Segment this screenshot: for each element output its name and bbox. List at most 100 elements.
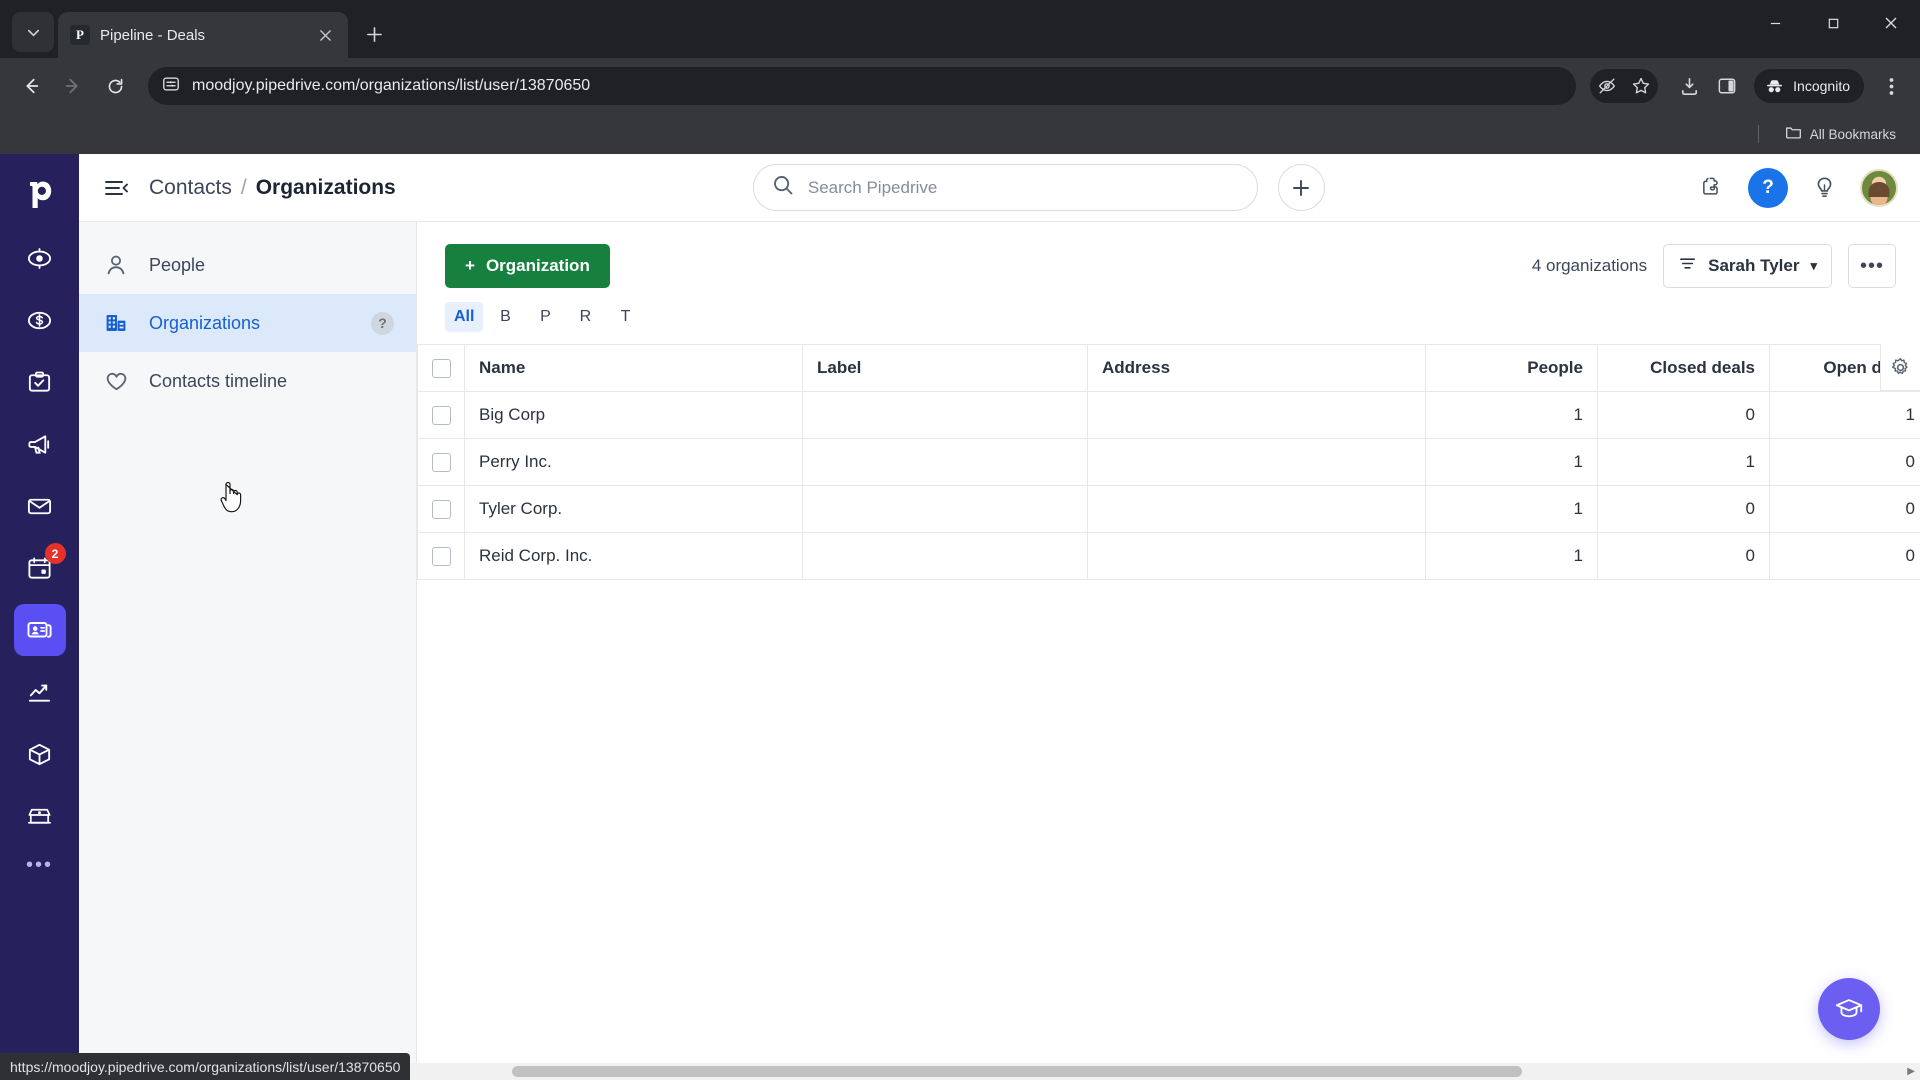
gear-icon[interactable] (1880, 344, 1920, 391)
rail-item-mail[interactable] (14, 480, 66, 532)
search-box[interactable] (752, 164, 1258, 211)
breadcrumb-parent[interactable]: Contacts (149, 176, 232, 200)
table-row[interactable]: Tyler Corp. 1 0 0 (417, 485, 1920, 533)
table-row[interactable]: Reid Corp. Inc. 1 0 0 (417, 532, 1920, 580)
page-title: Organizations (255, 175, 396, 199)
tab-search-button[interactable] (12, 12, 54, 52)
filter-button[interactable]: Sarah Tyler ▾ (1663, 244, 1832, 288)
breadcrumb-separator: / (240, 175, 247, 199)
quick-add-button[interactable] (1277, 164, 1325, 211)
page-viewport: 2 ••• Contacts / Organizations Search Pi… (0, 154, 1920, 1080)
user-avatar[interactable] (1860, 168, 1898, 207)
cell-name[interactable]: Tyler Corp. (464, 485, 803, 533)
alpha-filter-all[interactable]: All (445, 302, 484, 332)
three-dot-menu-icon[interactable] (1874, 69, 1908, 103)
row-checkbox[interactable] (431, 500, 451, 519)
rail-item-leads[interactable] (14, 232, 66, 284)
rail-item-activities[interactable] (14, 356, 66, 408)
rail-item-insights[interactable] (14, 666, 66, 718)
download-icon[interactable] (1672, 69, 1706, 103)
row-checkbox[interactable] (431, 453, 451, 472)
filter-icon (1678, 254, 1697, 278)
select-all-checkbox[interactable] (431, 359, 451, 378)
reload-button[interactable] (96, 67, 134, 105)
lightbulb-icon[interactable] (1804, 168, 1844, 208)
column-header-name[interactable]: Name (464, 344, 803, 392)
apps-puzzle-icon[interactable] (1692, 168, 1732, 208)
sidebar-item-contacts-timeline[interactable]: Contacts timeline (79, 352, 416, 410)
table-header-row: Name Label Address People Closed deals O… (417, 344, 1920, 392)
organizations-table-area: Name Label Address People Closed deals O… (417, 344, 1920, 1080)
rail-item-deals[interactable] (14, 294, 66, 346)
alpha-filter-b[interactable]: B (487, 302, 523, 332)
column-header-closed-deals[interactable]: Closed deals (1597, 344, 1770, 392)
add-organization-button[interactable]: + Organization (445, 244, 610, 288)
row-select-cell[interactable] (417, 532, 465, 580)
column-header-people[interactable]: People (1425, 344, 1598, 392)
row-select-cell[interactable] (417, 391, 465, 439)
row-select-cell[interactable] (417, 485, 465, 533)
new-tab-button[interactable] (356, 16, 392, 52)
eye-off-icon[interactable] (1590, 69, 1624, 103)
alpha-filter-r[interactable]: R (567, 302, 603, 332)
help-icon[interactable]: ? (1748, 167, 1788, 208)
cell-name[interactable]: Perry Inc. (464, 438, 803, 486)
close-icon[interactable] (314, 24, 336, 46)
sidebar-item-label: Organizations (149, 312, 261, 333)
close-window-button[interactable] (1862, 0, 1920, 46)
row-checkbox[interactable] (431, 406, 451, 425)
alpha-filter-t[interactable]: T (607, 302, 643, 332)
academy-graduation-cap-icon[interactable] (1818, 978, 1880, 1040)
row-checkbox[interactable] (431, 547, 451, 566)
cell-label (802, 391, 1088, 439)
column-header-label[interactable]: Label (802, 344, 1088, 392)
rail-item-campaigns[interactable] (14, 418, 66, 470)
rail-item-calendar[interactable]: 2 (14, 542, 66, 594)
browser-tab[interactable]: P Pipeline - Deals (58, 12, 348, 58)
incognito-indicator[interactable]: Incognito (1754, 69, 1864, 103)
rail-item-contacts[interactable] (13, 604, 66, 656)
rail-more-button[interactable]: ••• (26, 854, 53, 877)
help-tooltip-icon[interactable]: ? (371, 311, 394, 335)
more-options-button[interactable]: ••• (1848, 244, 1896, 288)
star-icon[interactable] (1624, 69, 1658, 103)
cell-name[interactable]: Reid Corp. Inc. (464, 532, 803, 580)
cell-label (802, 532, 1088, 580)
page-info-icon[interactable] (162, 75, 180, 98)
header-search-area (414, 164, 1664, 211)
select-all-header[interactable] (417, 344, 465, 392)
browser-toolbar: moodjoy.pipedrive.com/organizations/list… (0, 58, 1920, 114)
content-area: + Organization 4 organizations Sarah Tyl… (417, 222, 1920, 1080)
sidebar-item-people[interactable]: People (79, 236, 416, 294)
all-bookmarks-button[interactable]: All Bookmarks (1777, 120, 1904, 148)
collapse-menu-icon[interactable] (101, 173, 131, 203)
maximize-button[interactable] (1804, 0, 1862, 46)
content-toolbar-right: 4 organizations Sarah Tyler ▾ ••• (1532, 244, 1896, 288)
rail-item-marketplace[interactable] (14, 790, 66, 842)
app-column: Contacts / Organizations Search Pipedriv… (79, 154, 1920, 1080)
address-bar[interactable]: moodjoy.pipedrive.com/organizations/list… (148, 67, 1577, 105)
cell-label (802, 438, 1088, 486)
organizations-table: Name Label Address People Closed deals O… (417, 344, 1920, 580)
chevron-down-icon: ▾ (1810, 258, 1817, 273)
search-input[interactable] (807, 177, 1239, 198)
side-panel-icon[interactable] (1710, 69, 1744, 103)
back-button[interactable] (12, 67, 50, 105)
table-row[interactable]: Perry Inc. 1 1 0 (417, 438, 1920, 486)
rail-item-products[interactable] (14, 728, 66, 780)
scrollbar-thumb[interactable] (512, 1066, 1522, 1077)
column-header-address[interactable]: Address (1087, 344, 1426, 392)
row-select-cell[interactable] (417, 438, 465, 486)
alpha-filter-p[interactable]: P (527, 302, 563, 332)
pipedrive-logo[interactable] (14, 168, 66, 220)
sidebar-item-organizations[interactable]: Organizations ? (79, 294, 416, 352)
table-row[interactable]: Big Corp 1 0 1 (417, 391, 1920, 439)
cell-name[interactable]: Big Corp (464, 391, 803, 439)
incognito-label: Incognito (1793, 78, 1850, 94)
window-controls (1746, 0, 1920, 46)
minimize-button[interactable] (1746, 0, 1804, 46)
forward-button[interactable] (54, 67, 92, 105)
scroll-right-arrow[interactable]: ▶ (1907, 1066, 1915, 1077)
calendar-badge: 2 (44, 543, 66, 564)
cell-open-deals: 1 (1769, 391, 1920, 439)
